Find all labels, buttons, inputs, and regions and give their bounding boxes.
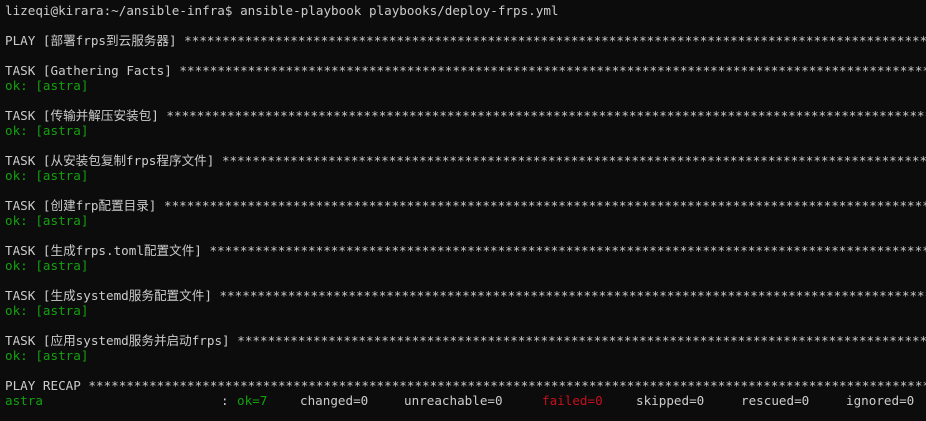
- recap-changed: changed=0: [300, 393, 369, 408]
- recap-ok: ok=7: [237, 393, 268, 408]
- play-label: PLAY [部署frps到云服务器]: [5, 33, 177, 48]
- task-label: TASK [应用systemd服务并启动frps]: [5, 333, 230, 348]
- task-header: TASK [应用systemd服务并启动frps] **************…: [5, 333, 926, 348]
- play-recap-header: PLAY RECAP *****************************…: [5, 378, 926, 393]
- separator-stars: ****************************************…: [221, 153, 926, 168]
- task-label: TASK [传输并解压安装包]: [5, 108, 159, 123]
- separator-stars: ****************************************…: [209, 243, 926, 258]
- task-result: ok: [astra]: [5, 78, 89, 93]
- separator-stars: ****************************************…: [219, 288, 926, 303]
- recap-rescued: rescued=0: [741, 393, 810, 408]
- separator-stars: ****************************************…: [166, 108, 926, 123]
- task-result: ok: [astra]: [5, 303, 89, 318]
- task-header: TASK [生成frps.toml配置文件] *****************…: [5, 243, 926, 258]
- recap-host: astra: [5, 393, 43, 408]
- recap-skipped: skipped=0: [636, 393, 705, 408]
- task-result: ok: [astra]: [5, 258, 89, 273]
- play-header: PLAY [部署frps到云服务器] *********************…: [5, 33, 926, 48]
- recap-summary-row: astra : ok=7 changed=0 unreachable=0 fai…: [5, 393, 926, 408]
- recap-failed: failed=0: [542, 393, 603, 408]
- recap-ignored: ignored=0: [846, 393, 915, 408]
- task-label: TASK [Gathering Facts]: [5, 63, 172, 78]
- task-header: TASK [生成systemd服务配置文件] *****************…: [5, 288, 926, 303]
- separator-stars: ****************************************…: [179, 63, 926, 78]
- separator-stars: ****************************************…: [88, 378, 926, 393]
- separator-stars: ****************************************…: [163, 198, 926, 213]
- shell-prompt: lizeqi@kirara:~/ansible-infra$: [5, 3, 233, 18]
- command-line: lizeqi@kirara:~/ansible-infra$ ansible-p…: [5, 3, 926, 18]
- recap-unreachable: unreachable=0: [404, 393, 503, 408]
- task-header: TASK [传输并解压安装包] ************************…: [5, 108, 926, 123]
- recap-label: PLAY RECAP: [5, 378, 81, 393]
- task-label: TASK [生成frps.toml配置文件]: [5, 243, 202, 258]
- task-label: TASK [从安装包复制frps程序文件]: [5, 153, 215, 168]
- recap-colon: :: [221, 393, 229, 408]
- task-result: ok: [astra]: [5, 168, 89, 183]
- task-header: TASK [Gathering Facts] *****************…: [5, 63, 926, 78]
- command-text: ansible-playbook playbooks/deploy-frps.y…: [240, 3, 559, 18]
- task-label: TASK [生成systemd服务配置文件]: [5, 288, 212, 303]
- task-result: ok: [astra]: [5, 213, 89, 228]
- task-header: TASK [创建frp配置目录] ***********************…: [5, 198, 926, 213]
- separator-stars: ****************************************…: [237, 333, 926, 348]
- task-label: TASK [创建frp配置目录]: [5, 198, 157, 213]
- task-result: ok: [astra]: [5, 123, 89, 138]
- terminal-window[interactable]: lizeqi@kirara:~/ansible-infra$ ansible-p…: [0, 0, 926, 421]
- task-header: TASK [从安装包复制frps程序文件] ******************…: [5, 153, 926, 168]
- separator-stars: ****************************************…: [184, 33, 926, 48]
- task-result: ok: [astra]: [5, 348, 89, 363]
